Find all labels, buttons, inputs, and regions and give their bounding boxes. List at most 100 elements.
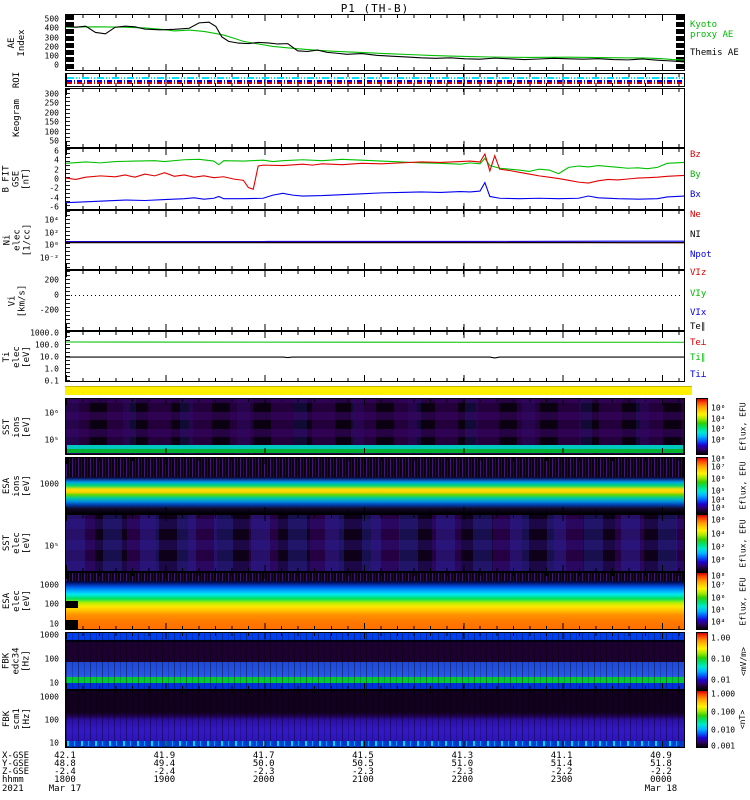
colorbar-fbk-edc34 [696, 632, 708, 690]
top-ticks [66, 399, 684, 405]
tick-label: 10⁶ [44, 408, 59, 418]
legend-ti-par: Ti∥ [690, 353, 706, 363]
tick-label: 10⁰ [711, 555, 726, 565]
tick-label: 10⁻² [39, 253, 59, 263]
top-ticks [66, 89, 684, 95]
tick-label: -2 [49, 183, 59, 193]
yticks-sst-ions: 10⁶ 10⁵ [0, 398, 62, 455]
legend-bz: Bz [690, 150, 701, 160]
ephemeris-column: 41.3 51.0 -2.3 2200 [432, 752, 492, 785]
tick-label: 100 [44, 599, 59, 609]
roi-line-blue [67, 80, 683, 82]
themis-ae-trace [66, 15, 684, 70]
tick-label: 200 [44, 42, 59, 52]
yticks-ti: 1000.0 100.0 10.0 1.0 0.1 [0, 329, 62, 386]
legend-vix: VIx [690, 308, 707, 318]
unit-text: <nT> [738, 709, 748, 729]
streak-overlay [66, 691, 684, 747]
panel-fbk-scm1-spectrogram [65, 690, 685, 748]
tick-label: 10⁰ [711, 435, 726, 445]
tick-label: -200 [39, 305, 59, 315]
yticks-ni: 10⁴ 10² 10⁰ 10⁻² [0, 210, 62, 270]
yticks-fbk-scm1: 1000 100 10 [0, 690, 62, 748]
ephemeris-column: 40.9 51.8 -2.2 0000 Mar 18 [631, 752, 691, 794]
tick-label: 10⁵ [44, 541, 59, 551]
tick-label: 0 [54, 290, 59, 300]
tick-label: 10⁸ [711, 571, 726, 581]
legend-kyoto-ae: Kyoto proxy AE [690, 20, 734, 40]
colorbar-unit-esa-ions: Eflux, EFU [736, 457, 750, 514]
yticks-ae: 500 400 300 200 100 0 [0, 14, 62, 71]
tick-block [66, 601, 78, 608]
tick-label: 1.0 [44, 364, 59, 374]
legend-viy: VIy [690, 289, 707, 299]
tick-label: 10² [44, 228, 59, 238]
tick-label: 400 [44, 23, 59, 33]
ephemeris-column: 41.1 51.4 -2.2 2300 [532, 752, 592, 785]
panel-esa-elec-spectrogram [65, 572, 685, 630]
tick-label: 500 [44, 14, 59, 24]
unit-text: Eflux, EFU [738, 576, 748, 626]
tick-label: 300 [44, 89, 59, 99]
tick-label: 0 [54, 60, 59, 70]
tick-label: 100 [44, 127, 59, 137]
te-trace [66, 332, 684, 381]
top-ticks [66, 633, 684, 639]
top-ticks [66, 573, 684, 579]
yticks-fbk-edc34: 1000 100 10 [0, 630, 62, 690]
top-ticks [66, 515, 684, 521]
ephemeris-value: 2000 [252, 775, 275, 785]
date-label: Mar 18 [644, 784, 678, 794]
y-minor-ticks [66, 271, 70, 330]
tick-label: -4 [49, 193, 59, 203]
tick-label: 1000 [39, 479, 59, 489]
panel-ae-index [65, 14, 685, 71]
tick-label: 10 [49, 678, 59, 688]
tick-label: 1.00 [711, 633, 731, 643]
legend-ni: NI [690, 230, 701, 240]
legend-ne: Ne [690, 210, 701, 220]
tick-label: 10⁶ [711, 474, 726, 484]
tick-label: 50 [49, 136, 59, 146]
panel-esa-ions-spectrogram [65, 457, 685, 514]
tick-label: 10⁵ [711, 605, 726, 615]
unit-text: Eflux, EFU [738, 461, 748, 510]
ephemeris-value: 2100 [352, 775, 374, 785]
panel-fbk-edc34-spectrogram [65, 632, 685, 690]
colorbar-sst-ions [696, 398, 708, 455]
ephemeris-column: 41.9 49.4 -2.4 1900 [134, 752, 194, 785]
tick-label: 10⁴ [711, 414, 726, 424]
ephemeris-column: 42.1 48.8 -2.4 1800 Mar 17 [35, 752, 95, 794]
yticks-sst-elec: 10⁵ [0, 514, 62, 572]
unit-text: Eflux, EFU [738, 402, 748, 451]
bottom-axis: X-GSE Y-GSE Z-GSE hhmm 2021 42.1 48.8 -2.4… [0, 752, 750, 800]
tick-label: 10⁵ [711, 486, 726, 496]
tick-label: 10⁵ [44, 435, 59, 445]
tick-label: 1.000 [711, 689, 736, 699]
colorbar-sst-elec [696, 514, 708, 572]
tick-label: 10 [49, 619, 59, 629]
yticks-keogram: 300 250 200 150 100 50 [0, 88, 62, 148]
tick-label: 10² [711, 424, 726, 434]
tick-label: 0.01 [711, 675, 731, 685]
tick-label: 250 [44, 98, 59, 108]
tick-label: 10 [49, 738, 59, 748]
date-label: Mar 17 [48, 784, 82, 794]
tick-label: 2 [54, 165, 59, 175]
colorbar-unit-sst-elec: Eflux, EFU [736, 514, 750, 572]
tick-label: 10⁴ [711, 617, 726, 627]
tick-label: 10⁶ [711, 403, 726, 413]
panel-sst-ions-spectrogram [65, 398, 685, 455]
legend-ti-perp: Ti⊥ [690, 370, 707, 380]
top-ticks [66, 458, 684, 464]
ephemeris-columns: 42.1 48.8 -2.4 1800 Mar 17 41.9 49.4 -2.4 1900 41… [0, 752, 750, 800]
tick-label: 10⁶ [711, 515, 726, 525]
tick-label: 0.10 [711, 654, 731, 664]
ephemeris-value: 2300 [550, 775, 573, 785]
tick-label: 150 [44, 117, 59, 127]
tick-label: 0.1 [44, 376, 59, 386]
top-ticks [66, 271, 684, 277]
tick-label: 1000 [39, 630, 59, 640]
tick-label: 1000 [39, 692, 59, 702]
streak-overlay [66, 633, 684, 689]
